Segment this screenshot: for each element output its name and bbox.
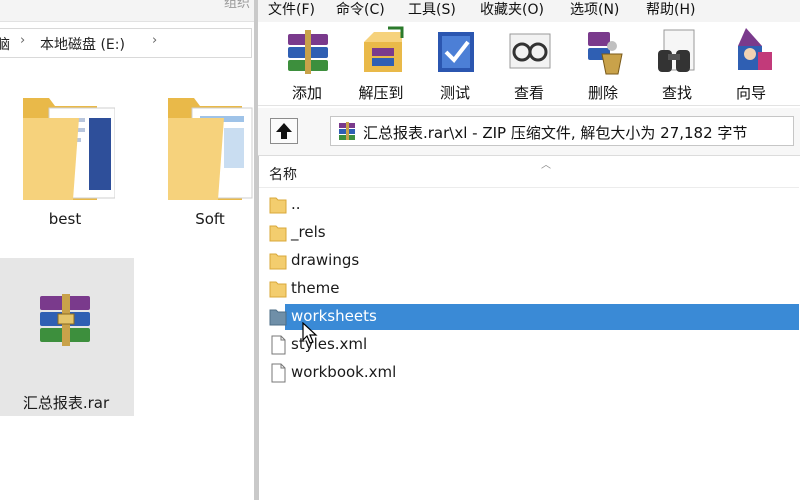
find-icon [658, 29, 695, 72]
winrar-window: 文件(F) 命令(C) 工具(S) 收藏夹(O) 选项(N) 帮助(H) 添加 [258, 0, 800, 500]
file-icon [271, 335, 286, 355]
folder-icon [269, 253, 287, 270]
breadcrumb-computer[interactable]: 脑 [0, 34, 10, 54]
winrar-archive-icon [40, 294, 90, 346]
view-label: 查看 [513, 84, 544, 102]
list-item[interactable]: styles.xml [259, 332, 799, 358]
list-item-name: _rels [291, 223, 326, 241]
menu-favorites[interactable]: 收藏夹(O) [480, 0, 544, 20]
breadcrumb-separator[interactable]: › [20, 33, 25, 48]
folder-icon [269, 281, 287, 298]
delete-icon [588, 32, 623, 75]
list-item[interactable]: drawings [259, 248, 799, 274]
menu-tools[interactable]: 工具(S) [408, 0, 456, 20]
wizard-icon [738, 28, 772, 70]
find-button[interactable]: 查找 [642, 26, 712, 104]
menu-commands[interactable]: 命令(C) [336, 0, 385, 20]
list-item-name: workbook.xml [291, 363, 397, 381]
add-button[interactable]: 添加 [272, 26, 342, 104]
add-label: 添加 [291, 84, 322, 102]
breadcrumb-separator[interactable]: › [152, 33, 157, 48]
explorer-item-best[interactable]: best [5, 84, 125, 228]
list-item[interactable]: workbook.xml [259, 360, 799, 386]
explorer-item-label: 汇总报表.rar [22, 394, 110, 412]
archive-path-field[interactable]: 汇总报表.rar\xl - ZIP 压缩文件, 解包大小为 27,182 字节 [330, 116, 794, 146]
test-label: 测试 [439, 84, 470, 102]
explorer-item-archive[interactable]: 汇总报表.rar [0, 258, 134, 416]
toolbar: 添加 解压到 测试 查看 删除 查找 向导 [258, 22, 800, 106]
explorer-pane: 组织 脑 › 本地磁盘 (E:) › best Soft 汇总报表.rar [0, 0, 256, 500]
explorer-item-soft[interactable]: Soft [150, 84, 270, 228]
explorer-address-bar[interactable]: 脑 › 本地磁盘 (E:) › [0, 28, 252, 58]
wizard-label: 向导 [735, 84, 766, 102]
delete-label: 删除 [587, 84, 618, 102]
folder-icon [269, 197, 287, 214]
list-item[interactable]: .. [259, 192, 799, 218]
file-icon [271, 363, 286, 383]
folder-icon [23, 98, 115, 200]
list-item-name: drawings [291, 251, 360, 269]
folder-icon [269, 309, 287, 326]
mouse-cursor-icon [302, 322, 318, 344]
column-header-row: 名称 ︿ [259, 156, 799, 188]
organize-button[interactable]: 组织 [224, 0, 250, 11]
archive-path-text: 汇总报表.rar\xl - ZIP 压缩文件, 解包大小为 27,182 字节 [363, 124, 748, 142]
up-folder-button[interactable] [270, 118, 298, 144]
folder-icon [168, 98, 253, 200]
extract-to-button[interactable]: 解压到 [346, 26, 416, 104]
list-item-name: theme [291, 279, 340, 297]
path-bar: 汇总报表.rar\xl - ZIP 压缩文件, 解包大小为 27,182 字节 [258, 108, 800, 156]
view-button[interactable]: 查看 [494, 26, 564, 104]
list-item[interactable]: _rels [259, 220, 799, 246]
test-button[interactable]: 测试 [420, 26, 490, 104]
menu-file[interactable]: 文件(F) [268, 0, 315, 20]
breadcrumb-drive[interactable]: 本地磁盘 (E:) [40, 34, 125, 54]
add-archive-icon [288, 30, 328, 74]
explorer-command-bar: 组织 [0, 0, 256, 22]
menu-bar: 文件(F) 命令(C) 工具(S) 收藏夹(O) 选项(N) 帮助(H) [258, 0, 800, 22]
extract-to-label: 解压到 [358, 84, 404, 102]
winrar-archive-icon [339, 122, 355, 140]
list-item[interactable]: theme [259, 276, 799, 302]
test-icon [438, 32, 474, 72]
list-item-selected[interactable]: worksheets [269, 304, 799, 330]
extract-to-icon [364, 26, 404, 72]
list-item-name: .. [291, 195, 301, 213]
folder-icon [269, 225, 287, 242]
explorer-item-label: Soft [195, 210, 225, 228]
menu-help[interactable]: 帮助(H) [646, 0, 695, 20]
find-label: 查找 [661, 84, 692, 102]
sort-ascending-icon: ︿ [541, 160, 551, 171]
delete-button[interactable]: 删除 [568, 26, 638, 104]
file-list: 名称 ︿ .. _rels drawings theme worksheets … [258, 156, 800, 500]
arrow-up-icon [276, 123, 292, 139]
menu-options[interactable]: 选项(N) [570, 0, 619, 20]
view-icon [509, 33, 551, 69]
column-header-name[interactable]: 名称 [269, 164, 297, 184]
explorer-item-label: best [48, 210, 82, 228]
wizard-button[interactable]: 向导 [716, 26, 786, 104]
